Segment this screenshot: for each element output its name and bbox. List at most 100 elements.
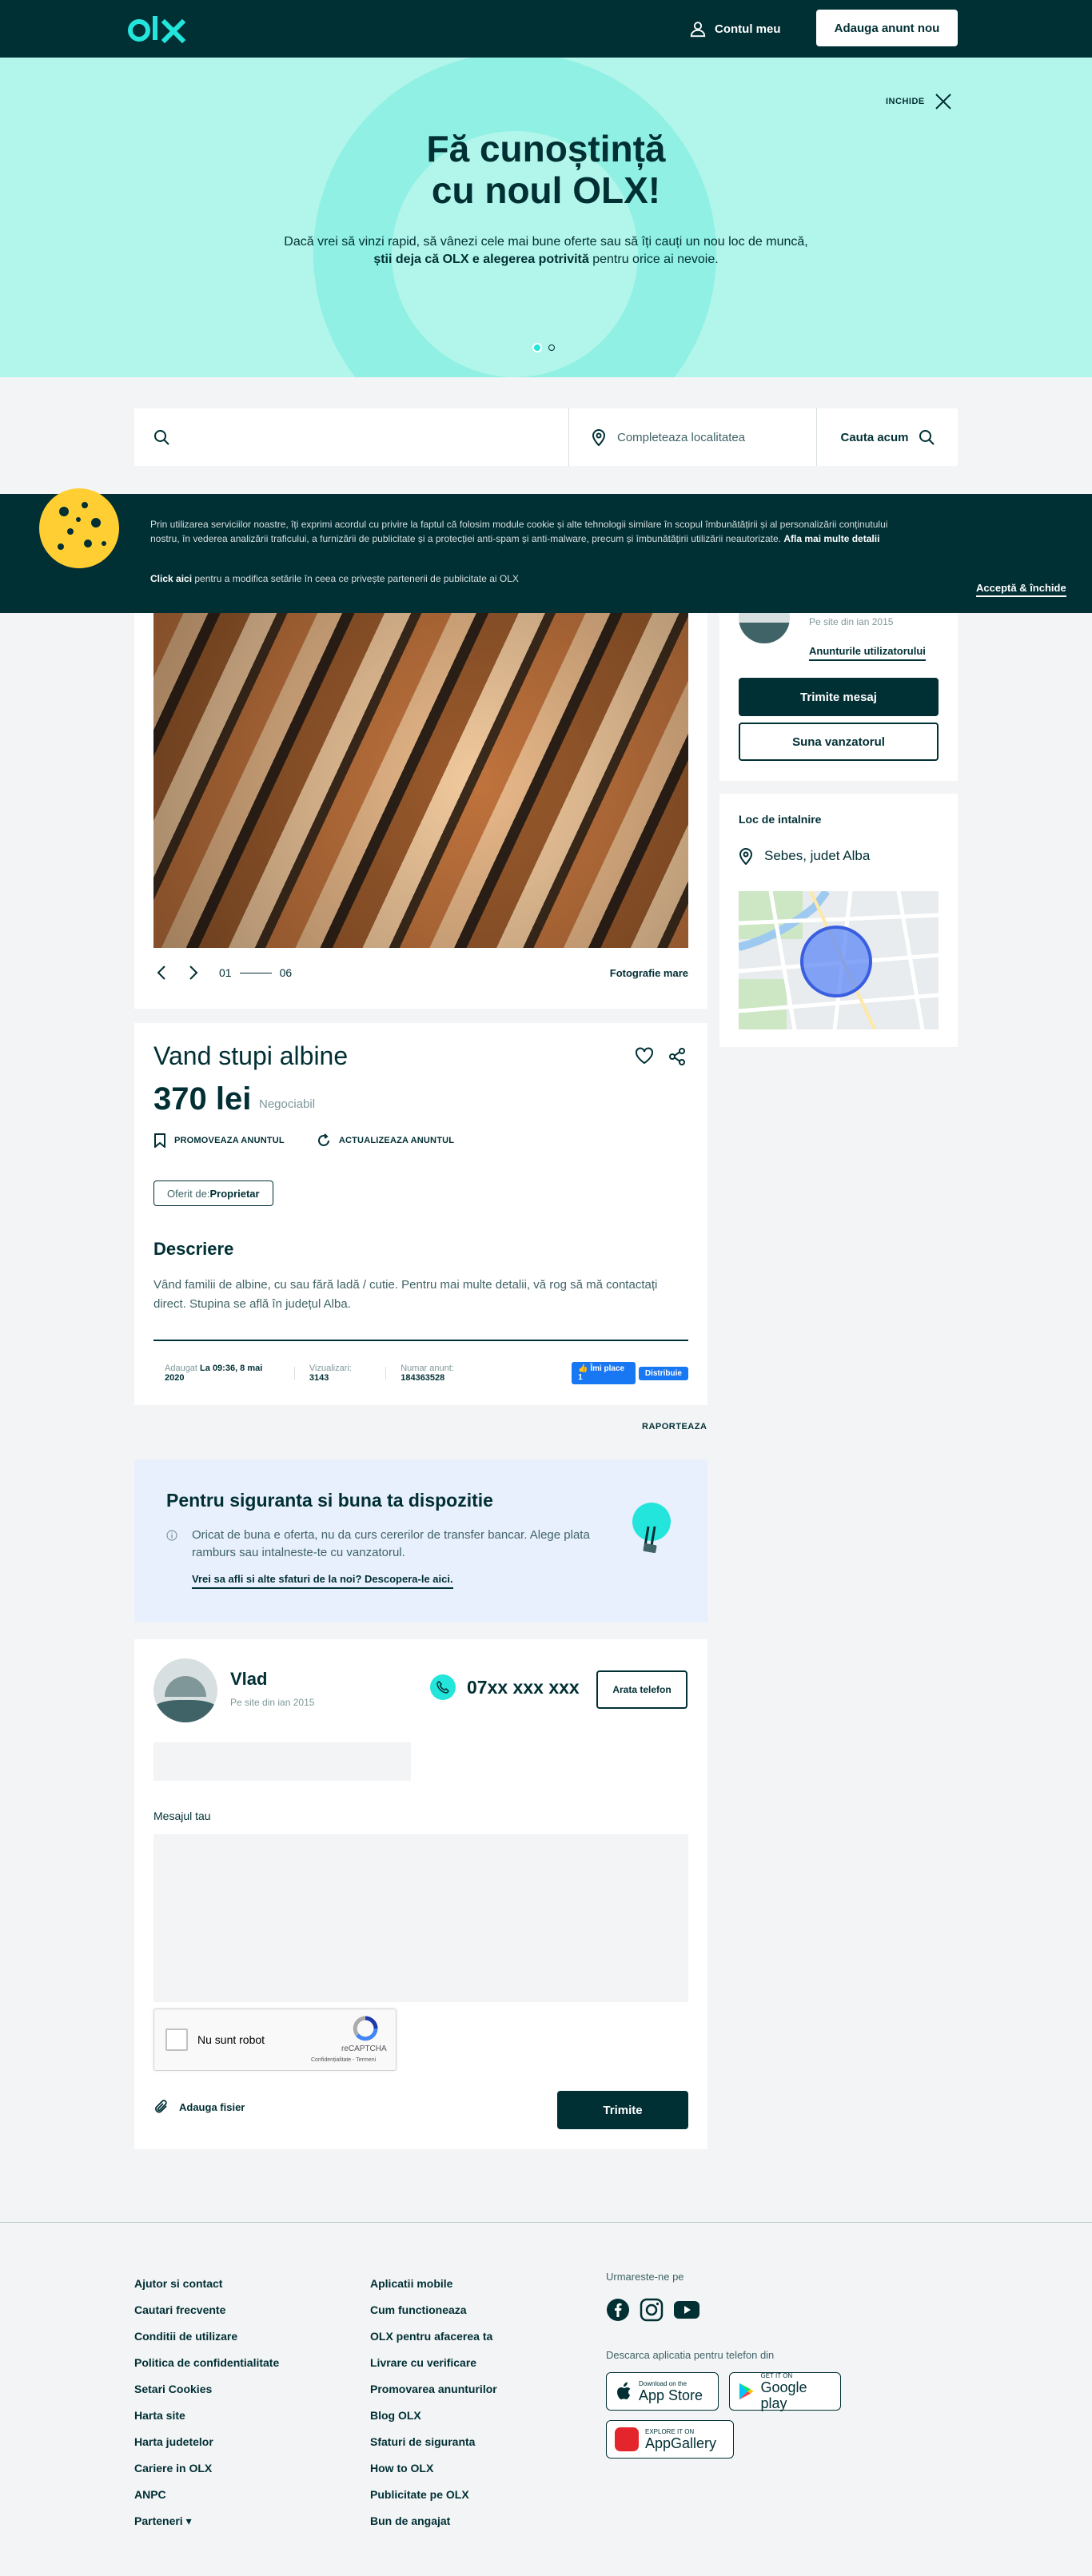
footer-link[interactable]: Setari Cookies xyxy=(134,2382,279,2397)
promote-ad-button[interactable]: PROMOVEAZA ANUNTUL xyxy=(153,1133,285,1148)
ad-number: Numar anunt: 184363528 xyxy=(401,1364,454,1383)
lightbulb-icon xyxy=(632,1503,671,1553)
contact-input[interactable] xyxy=(153,1742,411,1781)
apple-icon xyxy=(617,2382,631,2399)
footer-link[interactable]: Conditii de utilizare xyxy=(134,2329,279,2344)
cookie-click-here-link[interactable]: Click aici xyxy=(150,573,192,584)
account-link[interactable]: Contul meu xyxy=(689,18,781,40)
footer-link[interactable]: Cautari frecvente xyxy=(134,2303,279,2318)
hero-close-button[interactable]: INCHIDE xyxy=(886,93,952,110)
search-icon xyxy=(154,430,169,445)
footer-link[interactable]: Cariere in OLX xyxy=(134,2461,279,2476)
footer-link[interactable]: Politica de confidentialitate xyxy=(134,2355,279,2371)
instagram-icon[interactable] xyxy=(640,2298,664,2322)
heart-icon[interactable] xyxy=(635,1047,654,1065)
show-phone-button[interactable]: Arata telefon xyxy=(596,1670,687,1709)
footer-link[interactable]: How to OLX xyxy=(370,2461,497,2476)
info-icon xyxy=(166,1530,177,1541)
huawei-icon xyxy=(615,2427,639,2451)
app-store-badge[interactable]: Download on the App Store xyxy=(606,2372,719,2411)
carousel-dot[interactable] xyxy=(548,344,555,351)
refresh-icon xyxy=(317,1133,329,1146)
ad-main-photo[interactable] xyxy=(153,613,688,948)
footer-link[interactable]: ANPC xyxy=(134,2487,279,2502)
footer-column-2: Aplicatii mobile Cum functioneaza OLX pe… xyxy=(370,2276,497,2529)
footer-link[interactable]: Bun de angajat xyxy=(370,2514,497,2529)
top-header: Contul meu Adauga anunt nou xyxy=(0,0,1092,58)
message-textarea[interactable] xyxy=(153,1834,688,2002)
chevron-left-icon[interactable] xyxy=(153,964,171,981)
facebook-share-button[interactable]: Distribuie xyxy=(638,1366,688,1380)
appgallery-big: AppGallery xyxy=(645,2435,717,2451)
captcha-terms[interactable]: Confidențialitate - Termeni xyxy=(311,2057,376,2063)
search-icon xyxy=(919,430,935,445)
hero-title: Fă cunoștință cu noul OLX! xyxy=(426,128,666,211)
meeting-title: Loc de intalnire xyxy=(739,813,822,826)
carousel-dots xyxy=(532,343,555,352)
olx-logo[interactable] xyxy=(128,11,187,46)
footer-link[interactable]: OLX pentru afacerea ta xyxy=(370,2329,497,2344)
attach-file-button[interactable]: Adauga fisier xyxy=(153,2099,245,2115)
footer-link[interactable]: Promovarea anunturilor xyxy=(370,2382,497,2397)
phone-icon xyxy=(430,1674,456,1700)
footer-link[interactable]: Harta judetelor xyxy=(134,2435,279,2450)
footer-link[interactable]: Livrare cu verificare xyxy=(370,2355,497,2371)
footer: Ajutor si contact Cautari frecvente Cond… xyxy=(0,2222,1092,2576)
safety-text: Oricat de buna e oferta, nu da curs cere… xyxy=(192,1528,590,1559)
footer-link[interactable]: Ajutor si contact xyxy=(134,2276,279,2291)
cookie-more-link[interactable]: Afla mai multe detalii xyxy=(783,533,879,544)
user-icon xyxy=(690,22,706,38)
seller-ads-link[interactable]: Anunturile utilizatorului xyxy=(809,645,926,661)
footer-link[interactable]: Harta site xyxy=(134,2408,279,2423)
location-input[interactable]: Completeaza localitatea xyxy=(569,408,817,466)
footer-link[interactable]: Publicitate pe OLX xyxy=(370,2487,497,2502)
footer-link[interactable]: Cum functioneaza xyxy=(370,2303,497,2318)
cookie-icon xyxy=(39,488,119,568)
safety-title: Pentru siguranta si buna ta dispozitie xyxy=(166,1490,493,1511)
refresh-ad-button[interactable]: ACTUALIZEAZA ANUNTUL xyxy=(317,1133,454,1148)
location-pin-icon xyxy=(592,429,606,446)
search-input[interactable] xyxy=(134,408,569,466)
hero-banner: Fă cunoștință cu noul OLX! Dacă vrei să … xyxy=(0,58,1092,377)
facebook-like-button[interactable]: 👍 Îmi place 1 xyxy=(572,1362,636,1384)
google-play-icon xyxy=(739,2383,754,2400)
carousel-dot-active[interactable] xyxy=(532,343,542,352)
footer-column-1: Ajutor si contact Cautari frecvente Cond… xyxy=(134,2276,279,2529)
social-icons xyxy=(606,2298,700,2322)
search-bar: Completeaza localitatea Cauta acum xyxy=(134,408,958,466)
captcha-checkbox[interactable] xyxy=(165,2029,188,2051)
phone-number: 07xx xxx xxx xyxy=(430,1674,580,1700)
message-label: Mesajul tau xyxy=(153,1810,211,1822)
ad-details-card: Vand stupi albine 370 lei Negociabil PRO… xyxy=(134,1023,707,1405)
youtube-icon[interactable] xyxy=(673,2299,700,2320)
footer-link[interactable]: Aplicatii mobile xyxy=(370,2276,497,2291)
report-ad-link[interactable]: RAPORTEAZA xyxy=(642,1422,707,1431)
call-seller-button[interactable]: Suna vanzatorul xyxy=(739,723,939,761)
send-button[interactable]: Trimite xyxy=(557,2091,688,2129)
ad-title: Vand stupi albine xyxy=(153,1041,349,1070)
footer-link[interactable]: Blog OLX xyxy=(370,2408,497,2423)
meeting-place-card: Loc de intalnire Sebes, judet Alba xyxy=(719,794,958,1047)
chevron-right-icon[interactable] xyxy=(184,964,201,981)
share-icon[interactable] xyxy=(668,1048,686,1065)
location-map[interactable] xyxy=(739,891,939,1029)
cookie-accept-button[interactable]: Acceptă & închide xyxy=(976,582,1066,597)
paperclip-icon xyxy=(155,2100,167,2113)
footer-link[interactable]: Parteneri ▾ xyxy=(134,2514,279,2529)
safety-link[interactable]: Vrei sa afli si alte sfaturi de la noi? … xyxy=(192,1573,453,1589)
large-photo-link[interactable]: Fotografie mare xyxy=(610,967,688,979)
post-ad-button[interactable]: Adauga anunt nou xyxy=(816,10,958,46)
search-button-label: Cauta acum xyxy=(840,430,909,444)
location-pin-icon xyxy=(739,848,753,865)
captcha-brand: reCAPTCHA xyxy=(341,2044,387,2053)
google-play-badge[interactable]: GET IT ON Google play xyxy=(729,2372,841,2411)
ad-added: Adaugat La 09:36, 8 mai 2020 xyxy=(165,1364,263,1383)
search-button[interactable]: Cauta acum xyxy=(817,408,958,466)
gallery-counter-total: 06 xyxy=(279,966,293,979)
photo-gallery: 01 06 Fotografie mare xyxy=(134,613,707,1009)
facebook-icon[interactable] xyxy=(606,2298,630,2322)
appgallery-badge[interactable]: EXPLORE IT ON AppGallery xyxy=(606,2420,734,2459)
send-message-button[interactable]: Trimite mesaj xyxy=(739,678,939,716)
description-title: Descriere xyxy=(153,1239,234,1259)
footer-link[interactable]: Sfaturi de siguranta xyxy=(370,2435,497,2450)
